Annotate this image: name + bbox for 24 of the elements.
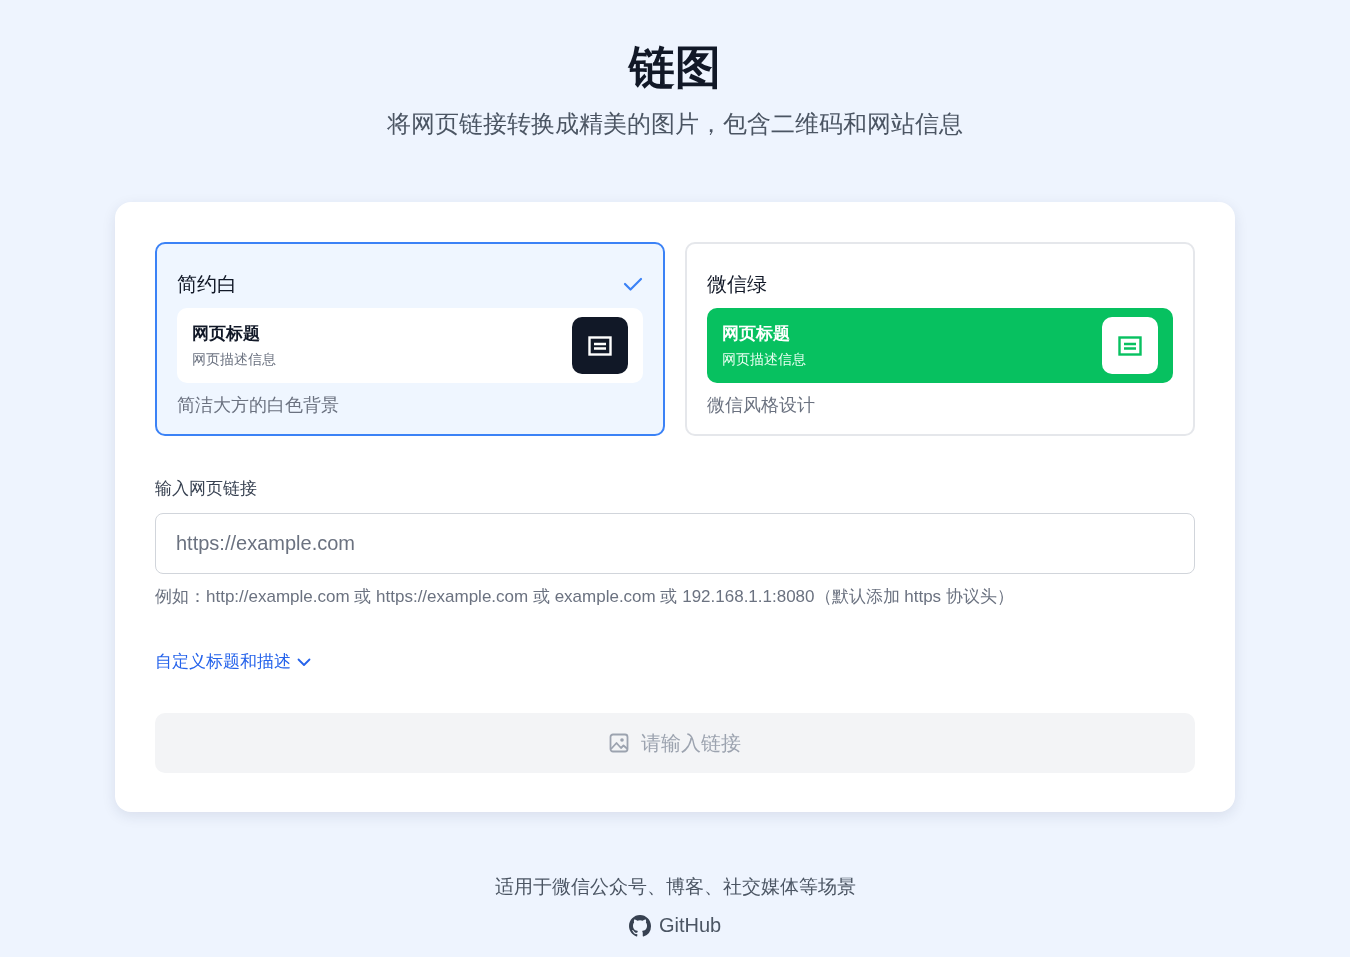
preview-description: 网页描述信息: [192, 351, 276, 369]
theme-card[interactable]: 微信绿 网页标题 网页描述信息 微信风格设计: [685, 242, 1195, 436]
preview-description: 网页描述信息: [722, 351, 806, 369]
check-icon: [623, 276, 643, 292]
app-subtitle: 将网页链接转换成精美的图片，包含二维码和网站信息: [387, 109, 963, 139]
preview-title: 网页标题: [722, 323, 791, 345]
footer-text: 适用于微信公众号、博客、社交媒体等场景: [494, 875, 856, 899]
theme-description: 微信风格设计: [707, 394, 816, 417]
chevron-icon: [297, 657, 311, 667]
url-label: 输入网页链接: [155, 478, 257, 500]
theme-name: 微信绿: [707, 271, 767, 297]
theme-description: 简洁大方的白色背景: [177, 394, 340, 417]
list-icon: [588, 335, 612, 356]
url-hint: 例如：http://example.com 或 https://example.com 或 example.com 或 192.168.1.1:8080（默认添加 https 协议头）: [155, 586, 1014, 608]
custom-title-toggle[interactable]: 自定义标题和描述: [155, 651, 311, 673]
github-link[interactable]: GitHub: [628, 914, 722, 937]
list-icon: [1118, 335, 1142, 356]
image-icon: [609, 733, 629, 753]
theme-name: 简约白: [177, 271, 237, 297]
preview-title: 网页标题: [192, 323, 261, 345]
url-input-field[interactable]: https://example.com: [155, 513, 1195, 574]
theme-card[interactable]: 简约白 网页标题 网页描述信息 简洁大方的白色背景: [155, 242, 665, 436]
app-title: 链图: [629, 40, 721, 95]
github-icon: [628, 914, 651, 937]
